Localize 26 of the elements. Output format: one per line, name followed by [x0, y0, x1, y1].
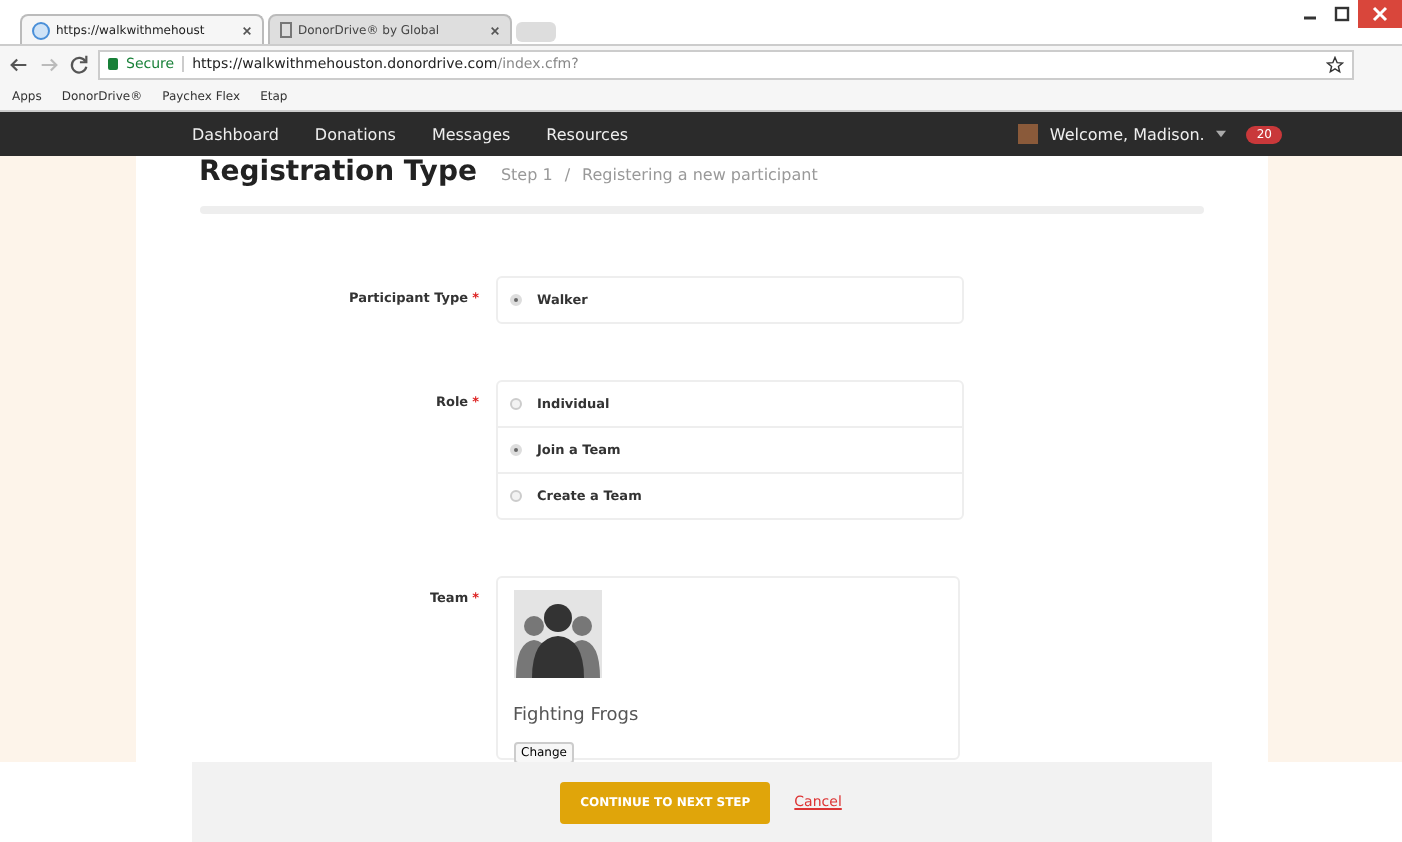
radio-button[interactable] — [509, 398, 521, 410]
globe-icon — [32, 21, 50, 39]
nav-link[interactable]: Resources — [546, 125, 629, 143]
nav-link[interactable]: Messages — [431, 125, 511, 143]
page-title: Registration Type — [199, 156, 477, 188]
step-subtitle: Registering a new participant — [582, 166, 818, 184]
reload-icon[interactable] — [68, 53, 90, 75]
breadcrumb-separator: / — [564, 166, 571, 184]
radio-button[interactable] — [509, 490, 521, 502]
step-label: Step 1 — [500, 166, 553, 184]
avatar-icon — [1017, 124, 1038, 144]
document-icon — [280, 22, 292, 38]
close-tab-icon[interactable] — [490, 25, 500, 35]
radio-button[interactable] — [509, 444, 521, 456]
back-button[interactable] — [8, 53, 30, 75]
caret-icon[interactable] — [1216, 130, 1227, 138]
close-tab-icon[interactable] — [242, 25, 252, 35]
nav-link[interactable]: Dashboard — [192, 125, 279, 143]
nav-link[interactable]: Donations — [314, 125, 396, 143]
close-button[interactable] — [1358, 0, 1402, 28]
group-silhouette-icon — [513, 590, 601, 678]
user-menu[interactable]: Welcome, Madison. — [1049, 125, 1205, 143]
star-icon[interactable] — [1326, 55, 1344, 73]
lock-icon — [108, 58, 118, 70]
team-name: Fighting Frogs — [513, 706, 641, 726]
radio-button[interactable] — [509, 294, 521, 306]
